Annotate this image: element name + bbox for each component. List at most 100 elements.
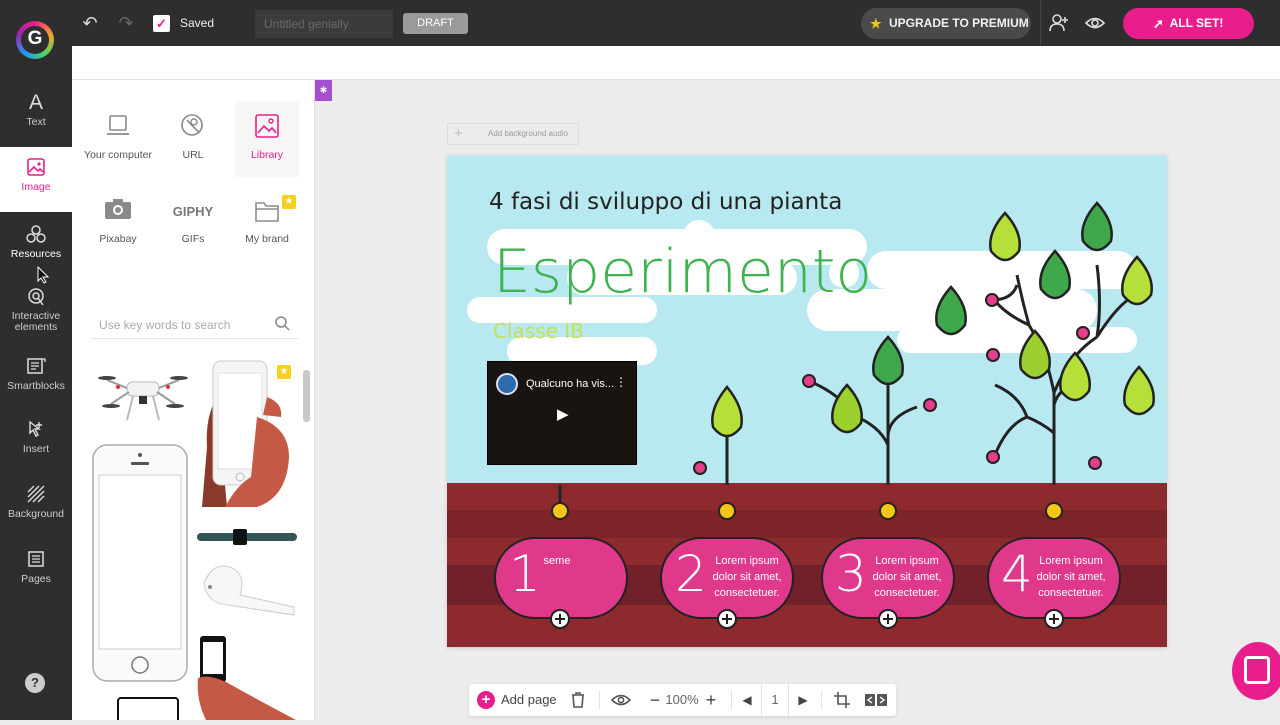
upgrade-premium-button[interactable]: ★ UPGRADE TO PREMIUM <box>861 8 1031 39</box>
previous-page-icon[interactable]: ◀ <box>737 684 757 716</box>
airpods-image[interactable] <box>200 553 296 624</box>
fit-screen-icon[interactable] <box>863 684 889 716</box>
smartwatch-image[interactable] <box>197 528 297 551</box>
image-icon <box>0 157 72 179</box>
sidebar-item-label: Smartblocks <box>7 380 65 392</box>
chat-icon <box>1244 656 1270 684</box>
resources-icon <box>0 224 72 246</box>
sidebar-item-smartblocks[interactable]: Smartblocks <box>0 350 72 412</box>
text-icon: A <box>28 91 43 114</box>
add-page-button[interactable]: + Add page <box>469 684 561 716</box>
zoom-level: 100% <box>665 692 699 707</box>
slide-subtitle[interactable]: 4 fasi di sviluppo di una pianta <box>489 189 842 215</box>
help-button[interactable]: ? <box>25 673 45 693</box>
toolbar-divider <box>821 690 822 710</box>
audio-label: Add background audio <box>488 129 569 138</box>
sidebar-item-label: Text <box>26 116 46 128</box>
sidebar-item-label: Resources <box>10 248 62 260</box>
link-icon <box>158 112 228 144</box>
image-search-input[interactable] <box>91 311 298 339</box>
mouse-cursor-icon <box>37 265 50 289</box>
camera-icon <box>83 196 153 228</box>
page-number[interactable]: 1 <box>761 684 789 716</box>
plus-icon: + <box>454 125 463 142</box>
video-menu-icon[interactable]: ⋮ <box>615 375 627 389</box>
laptop-icon <box>83 112 153 144</box>
source-pixabay[interactable]: Pixabay <box>83 196 153 247</box>
source-label: Pixabay <box>99 233 137 245</box>
stage-number-3: 3 <box>835 545 867 603</box>
bottom-toolbar: + Add page − 100% + ◀ 1 ▶ <box>469 684 896 716</box>
stage-text-2[interactable]: Lorem ipsum dolor sit amet, consectetuer… <box>707 553 787 601</box>
plus-icon: + <box>477 691 495 709</box>
stage-text-1[interactable]: seme <box>517 553 597 569</box>
play-icon[interactable]: ▶ <box>557 405 569 423</box>
slide-canvas[interactable]: 4 fasi di sviluppo di una pianta Esperim… <box>447 155 1167 647</box>
next-page-icon[interactable]: ▶ <box>793 684 813 716</box>
channel-avatar <box>496 373 518 395</box>
add-background-audio[interactable]: + Add background audio <box>447 123 579 145</box>
preview-eye-icon[interactable] <box>609 684 633 716</box>
redo-icon[interactable]: ↷ <box>115 12 137 34</box>
all-set-label: ALL SET! <box>1169 16 1224 30</box>
sidebar-item-insert[interactable]: Insert <box>0 413 72 475</box>
white-phone-image[interactable] <box>91 443 189 688</box>
zoom-out-icon[interactable]: − <box>645 684 665 716</box>
stage-text-4[interactable]: Lorem ipsum dolor sit amet, consectetuer… <box>1031 553 1111 601</box>
undo-icon[interactable]: ↶ <box>79 12 101 34</box>
star-icon: ★ <box>870 16 882 31</box>
stage-number-4: 4 <box>1001 545 1033 603</box>
smartblocks-icon <box>0 356 72 378</box>
top-toolbar: ↶ ↷ ✓ Saved DRAFT ★ UPGRADE TO PREMIUM ➚… <box>0 0 1280 46</box>
toolbar-divider <box>731 690 732 710</box>
sidebar-item-resources[interactable]: Resources <box>0 218 72 280</box>
stage-text-3[interactable]: Lorem ipsum dolor sit amet, consectetuer… <box>867 553 947 601</box>
slide-class-label[interactable]: Classe IB <box>493 319 584 343</box>
toolbar-divider <box>1040 0 1041 46</box>
add-collaborator-icon[interactable] <box>1048 12 1070 34</box>
zoom-in-icon[interactable]: + <box>701 684 721 716</box>
source-label: URL <box>182 149 204 161</box>
hand-black-phone-image[interactable] <box>196 634 296 725</box>
scrollbar-thumb[interactable] <box>303 370 310 422</box>
video-title: Qualcuno ha vis... <box>526 378 615 390</box>
background-icon <box>0 484 72 506</box>
preview-eye-icon[interactable] <box>1084 12 1106 34</box>
slide-title[interactable]: Esperimento <box>493 237 872 307</box>
title-input[interactable] <box>255 10 393 38</box>
source-library[interactable]: Library <box>235 101 299 177</box>
embedded-video[interactable]: Qualcuno ha vis... ⋮ ▶ <box>487 361 637 465</box>
tablet-image[interactable] <box>117 697 179 725</box>
hand-phone-image[interactable] <box>197 357 297 520</box>
source-label: Your computer <box>84 149 152 161</box>
all-set-button[interactable]: ➚ ALL SET! <box>1123 8 1254 39</box>
search-icon[interactable] <box>275 316 290 335</box>
sidebar-item-background[interactable]: Background <box>0 478 72 540</box>
panel-scrollbar[interactable] <box>302 360 311 710</box>
sidebar-item-label: Interactive elements <box>11 310 61 333</box>
premium-star-icon: ★ <box>277 365 291 379</box>
insert-icon <box>0 419 72 441</box>
source-url[interactable]: URL <box>158 112 228 163</box>
sidebar-item-label: Image <box>21 181 51 193</box>
source-your-computer[interactable]: Your computer <box>83 112 153 163</box>
saved-check-icon: ✓ <box>153 15 170 32</box>
sidebar-item-pages[interactable]: Pages <box>0 543 72 605</box>
source-label: GIFs <box>181 233 205 245</box>
sidebar-item-label: Insert <box>22 443 50 455</box>
chat-support-button[interactable] <box>1232 642 1280 700</box>
sidebar-item-interactive[interactable]: Interactive elements <box>0 280 72 342</box>
genially-logo[interactable]: G <box>0 0 72 80</box>
sidebar-item-label: Pages <box>21 573 51 585</box>
trash-icon[interactable] <box>567 684 589 716</box>
drone-image[interactable] <box>97 362 189 429</box>
sidebar-item-image[interactable]: Image <box>0 147 72 212</box>
source-gifs[interactable]: GIPHY GIFs <box>158 196 228 247</box>
pin-panel-icon[interactable]: ✱ <box>315 80 332 101</box>
rocket-icon: ➚ <box>1153 16 1164 31</box>
sidebar-item-label: Background <box>7 508 65 520</box>
crop-icon[interactable] <box>831 684 853 716</box>
draft-badge: DRAFT <box>403 13 468 34</box>
sidebar-item-text[interactable]: A Text <box>0 86 72 148</box>
giphy-logo: GIPHY <box>172 204 214 219</box>
